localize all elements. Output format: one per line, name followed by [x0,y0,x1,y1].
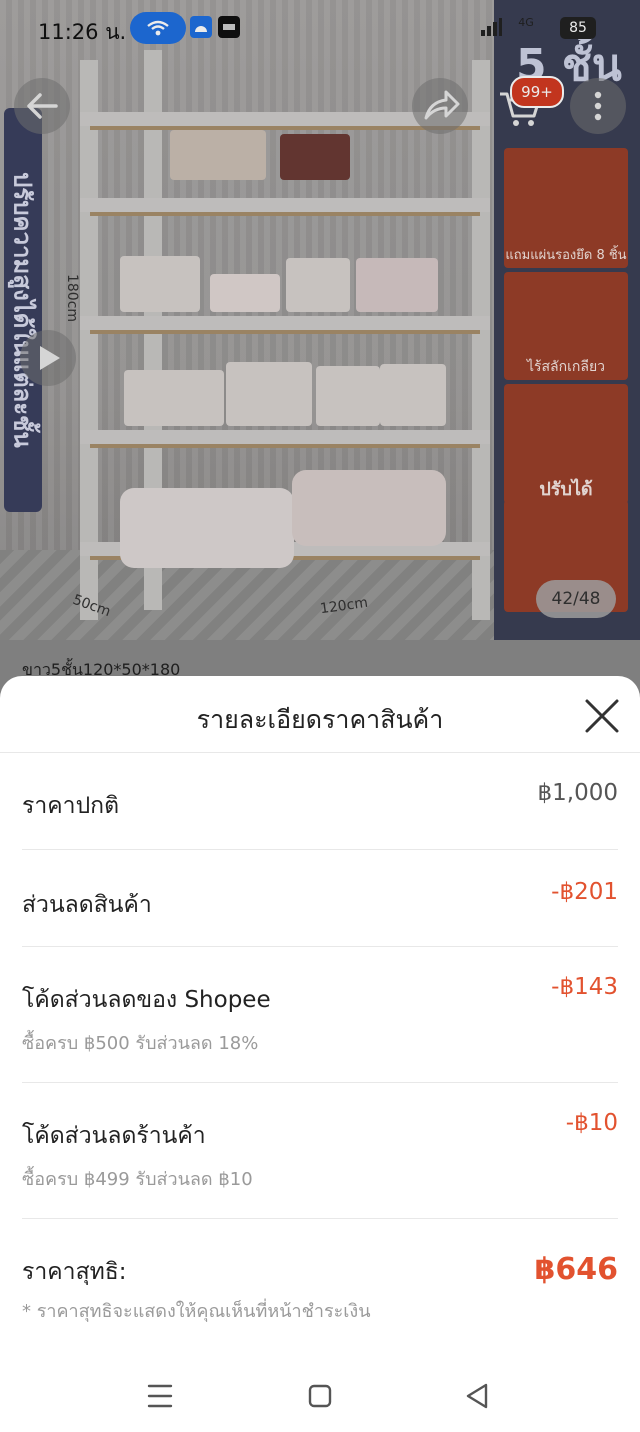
price-details-sheet: รายละเอียดราคาสินค้า ราคาปกติ ฿1,000 ส่ว… [0,676,640,1432]
menu-icon [147,1384,173,1408]
row-value: -฿201 [551,879,618,905]
recent-apps-button[interactable] [140,1378,180,1414]
dim-overlay[interactable] [0,0,640,700]
row-label: ราคาปกติ [22,793,120,819]
final-price: ฿646 [534,1252,619,1287]
row-label: ส่วนลดสินค้า [22,892,152,918]
system-nav-bar [0,1360,640,1432]
price-row-regular: ราคาปกติ ฿1,000 [22,752,618,850]
row-label: โค้ดส่วนลดของ Shopee [22,987,271,1013]
row-value: -฿143 [551,974,618,1000]
row-subtext: ซื้อครบ ฿499 รับส่วนลด ฿10 [22,1169,253,1190]
price-row-product-discount: ส่วนลดสินค้า -฿201 [22,849,618,947]
back-nav-button[interactable] [458,1378,498,1414]
row-subtext: ซื้อครบ ฿500 รับส่วนลด 18% [22,1033,259,1054]
close-icon [585,699,619,733]
home-button[interactable] [300,1378,340,1414]
sheet-header: รายละเอียดราคาสินค้า [0,676,640,753]
home-icon [308,1384,332,1408]
price-row-shop-voucher: โค้ดส่วนลดร้านค้า -฿10 ซื้อครบ ฿499 รับส… [22,1082,618,1219]
back-triangle-icon [466,1383,488,1409]
row-value: -฿10 [565,1110,618,1136]
row-label: โค้ดส่วนลดร้านค้า [22,1123,206,1149]
sheet-title: รายละเอียดราคาสินค้า [196,705,444,734]
row-value: ฿1,000 [537,780,618,806]
product-page-background: 180cm 50cm 120cm ปรับความสูงได้ในแต่ละชั… [0,0,640,700]
final-label: ราคาสุทธิ: [22,1259,127,1285]
final-price-note: * ราคาสุทธิจะแสดงให้คุณเห็นที่หน้าชำระเง… [22,1301,371,1322]
price-row-shopee-voucher: โค้ดส่วนลดของ Shopee -฿143 ซื้อครบ ฿500 … [22,946,618,1083]
close-button[interactable] [582,696,622,736]
